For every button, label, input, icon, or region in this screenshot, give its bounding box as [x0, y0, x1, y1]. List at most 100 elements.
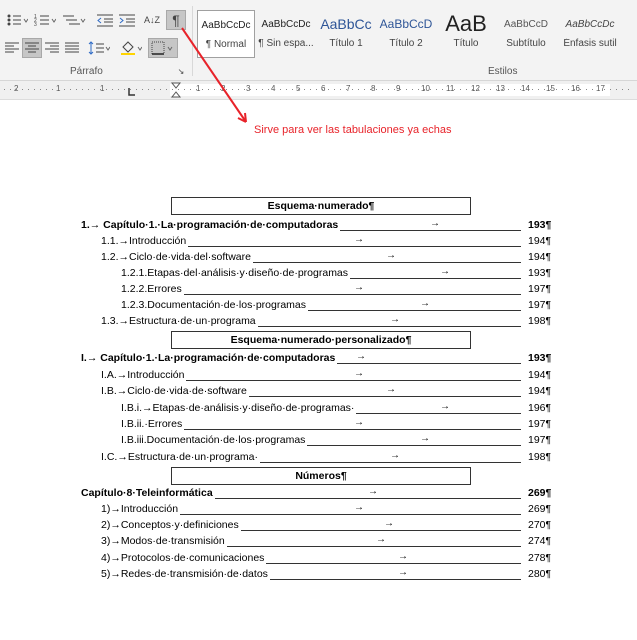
- toc-entry[interactable]: → Capítulo·8·Teleinformática 269¶: [0, 486, 560, 501]
- ruler-tick: [334, 89, 335, 90]
- ruler-tick: [526, 89, 527, 90]
- align-right-button[interactable]: [42, 38, 62, 58]
- style-name: Título 1: [329, 38, 363, 49]
- ruler-tick: [628, 89, 629, 90]
- indent-marker-icon[interactable]: [170, 81, 182, 99]
- style-tile[interactable]: AaBbCcDc ¶ Normal: [197, 10, 255, 58]
- toc-entry[interactable]: → I.B.→Ciclo·de·vida·de·software 194¶: [0, 384, 560, 399]
- toc-entry[interactable]: → 1.2.→Ciclo·de·vida·del·software 194¶: [0, 250, 560, 265]
- toc-entry-text: 1.2.1.Etapas·del·análisis·y·diseño·de·pr…: [121, 267, 351, 279]
- annotation-note: Sirve para ver las tabulaciones ya echas: [254, 124, 452, 136]
- ruler-tick: [94, 89, 95, 90]
- tab-arrow-icon: →: [384, 518, 394, 529]
- toc-entry[interactable]: → 1)→Introducción 269¶: [0, 502, 560, 517]
- toc-entry-text: I.C.→Estructura·de·un·programa·: [101, 451, 260, 463]
- ruler-tick: [184, 89, 185, 90]
- line-spacing-button[interactable]: [86, 38, 112, 58]
- ruler-tick: [52, 89, 53, 90]
- toc-entry[interactable]: → 4)→Protocolos·de·comunicaciones 278¶: [0, 551, 560, 566]
- tab-arrow-icon: →: [390, 450, 400, 461]
- toc-entry[interactable]: → 2)→Conceptos·y·definiciones 270¶: [0, 518, 560, 533]
- ruler-tick: [280, 89, 281, 90]
- toc-entry[interactable]: → 1.2.1.Etapas·del·análisis·y·diseño·de·p…: [0, 266, 560, 281]
- toc-entry[interactable]: → I.→ Capítulo·1.·La·programación·de·comp…: [0, 351, 560, 366]
- ruler-tick: [4, 89, 5, 90]
- align-center-button[interactable]: [22, 38, 42, 58]
- sort-icon: A↓Z: [143, 15, 160, 25]
- ruler-tick: [22, 89, 23, 90]
- ruler-tick: [514, 89, 515, 90]
- decrease-indent-button[interactable]: [94, 10, 116, 30]
- paragraph-dialog-launcher[interactable]: ↘: [176, 66, 186, 76]
- ruler-tick: [382, 89, 383, 90]
- toc-entry[interactable]: → 1.2.3.Documentación·de·los·programas 197…: [0, 298, 560, 313]
- ruler-tick: [238, 89, 239, 90]
- horizontal-ruler[interactable]: 2111234567891011121314151617: [0, 81, 637, 100]
- toc-entry-text: 1.2.→Ciclo·de·vida·del·software: [101, 251, 253, 263]
- ruler-tick: [226, 89, 227, 90]
- justify-button[interactable]: [62, 38, 82, 58]
- style-tile[interactable]: AaBbCcDc ¶ Sin espa...: [257, 10, 315, 58]
- align-left-button[interactable]: [2, 38, 22, 58]
- tab-arrow-icon: →: [386, 250, 396, 261]
- ruler-tick: [160, 89, 161, 90]
- toc-entry[interactable]: → I.B.ii.·Errores 197¶: [0, 417, 560, 432]
- toc-entry[interactable]: → I.B.i.→Etapas·de·análisis·y·diseño·de·p…: [0, 401, 560, 416]
- tab-arrow-icon: →: [420, 298, 430, 309]
- style-tile[interactable]: AaBbCc Título 1: [317, 10, 375, 58]
- toc-entry[interactable]: → 1.3.→Estructura·de·un·programa 198¶: [0, 314, 560, 329]
- toc-entry[interactable]: → 1.1.→Introducción 194¶: [0, 234, 560, 249]
- borders-button[interactable]: [148, 38, 178, 58]
- ruler-tick: [346, 89, 347, 90]
- ruler-tick: [388, 89, 389, 90]
- toc-page-number: 198¶: [528, 451, 552, 463]
- style-tile[interactable]: AaBbCcDc Énfasis sutil: [561, 10, 619, 58]
- ruler-tick: [556, 89, 557, 90]
- tab-arrow-icon: →: [390, 314, 400, 325]
- tab-stop-icon[interactable]: [128, 87, 136, 97]
- toc-page-number: 274¶: [528, 535, 552, 547]
- style-name: Título 2: [389, 38, 423, 49]
- toc-entry[interactable]: → 3)→Modos·de·transmisión 274¶: [0, 534, 560, 549]
- increase-indent-button[interactable]: [116, 10, 138, 30]
- toc-entry[interactable]: → I.A.→Introducción 194¶: [0, 368, 560, 383]
- ruler-tick: [142, 89, 143, 90]
- numbering-button[interactable]: 123: [32, 10, 58, 30]
- ruler-tick: [580, 89, 581, 90]
- style-tile[interactable]: AaB Título: [437, 10, 495, 58]
- heading-esquema-numerado: Esquema·numerado¶: [171, 197, 471, 215]
- ruler-tick: [190, 89, 191, 90]
- ruler-tick: [82, 89, 83, 90]
- decrease-indent-icon: [97, 14, 113, 27]
- bullets-button[interactable]: [4, 10, 30, 30]
- toc-page-number: 194¶: [528, 369, 552, 381]
- toc-entry[interactable]: → I.C.→Estructura·de·un·programa· 198¶: [0, 450, 560, 465]
- toc-entry-text: 1)→Introducción: [101, 503, 181, 515]
- ruler-tick: [88, 89, 89, 90]
- ruler-tick: [442, 89, 443, 90]
- ruler-number: 16: [571, 84, 580, 93]
- sort-button[interactable]: A↓Z: [142, 10, 162, 30]
- ruler-tick: [100, 89, 101, 90]
- shading-button[interactable]: [118, 38, 144, 58]
- ruler-tick: [208, 89, 209, 90]
- ruler-tick: [28, 89, 29, 90]
- ruler-number: 10: [421, 84, 430, 93]
- ruler-tick: [418, 89, 419, 90]
- style-sample: AaB: [445, 11, 487, 36]
- style-tile[interactable]: AaBbCcD Subtítulo: [497, 10, 555, 58]
- ruler-tick: [268, 89, 269, 90]
- style-tile[interactable]: AaBbCcD Título 2: [377, 10, 435, 58]
- svg-text:3: 3: [34, 22, 37, 27]
- pilcrow-icon: ¶: [172, 12, 180, 28]
- ruler-tick: [370, 89, 371, 90]
- show-formatting-marks-button[interactable]: ¶: [166, 10, 186, 30]
- ruler-tick: [64, 89, 65, 90]
- toc-entry[interactable]: → I.B.iii.Documentación·de·los·programas 1…: [0, 433, 560, 448]
- toc-page-number: 270¶: [528, 519, 552, 531]
- toc-entry-text: 1.1.→Introducción: [101, 235, 189, 247]
- toc-entry[interactable]: → 5)→Redes·de·transmisión·de·datos 280¶: [0, 567, 560, 582]
- multilevel-list-button[interactable]: [60, 10, 88, 30]
- toc-entry[interactable]: → 1.2.2.Errores 197¶: [0, 282, 560, 297]
- toc-entry[interactable]: → 1.→ Capítulo·1.·La·programación·de·comp…: [0, 218, 560, 233]
